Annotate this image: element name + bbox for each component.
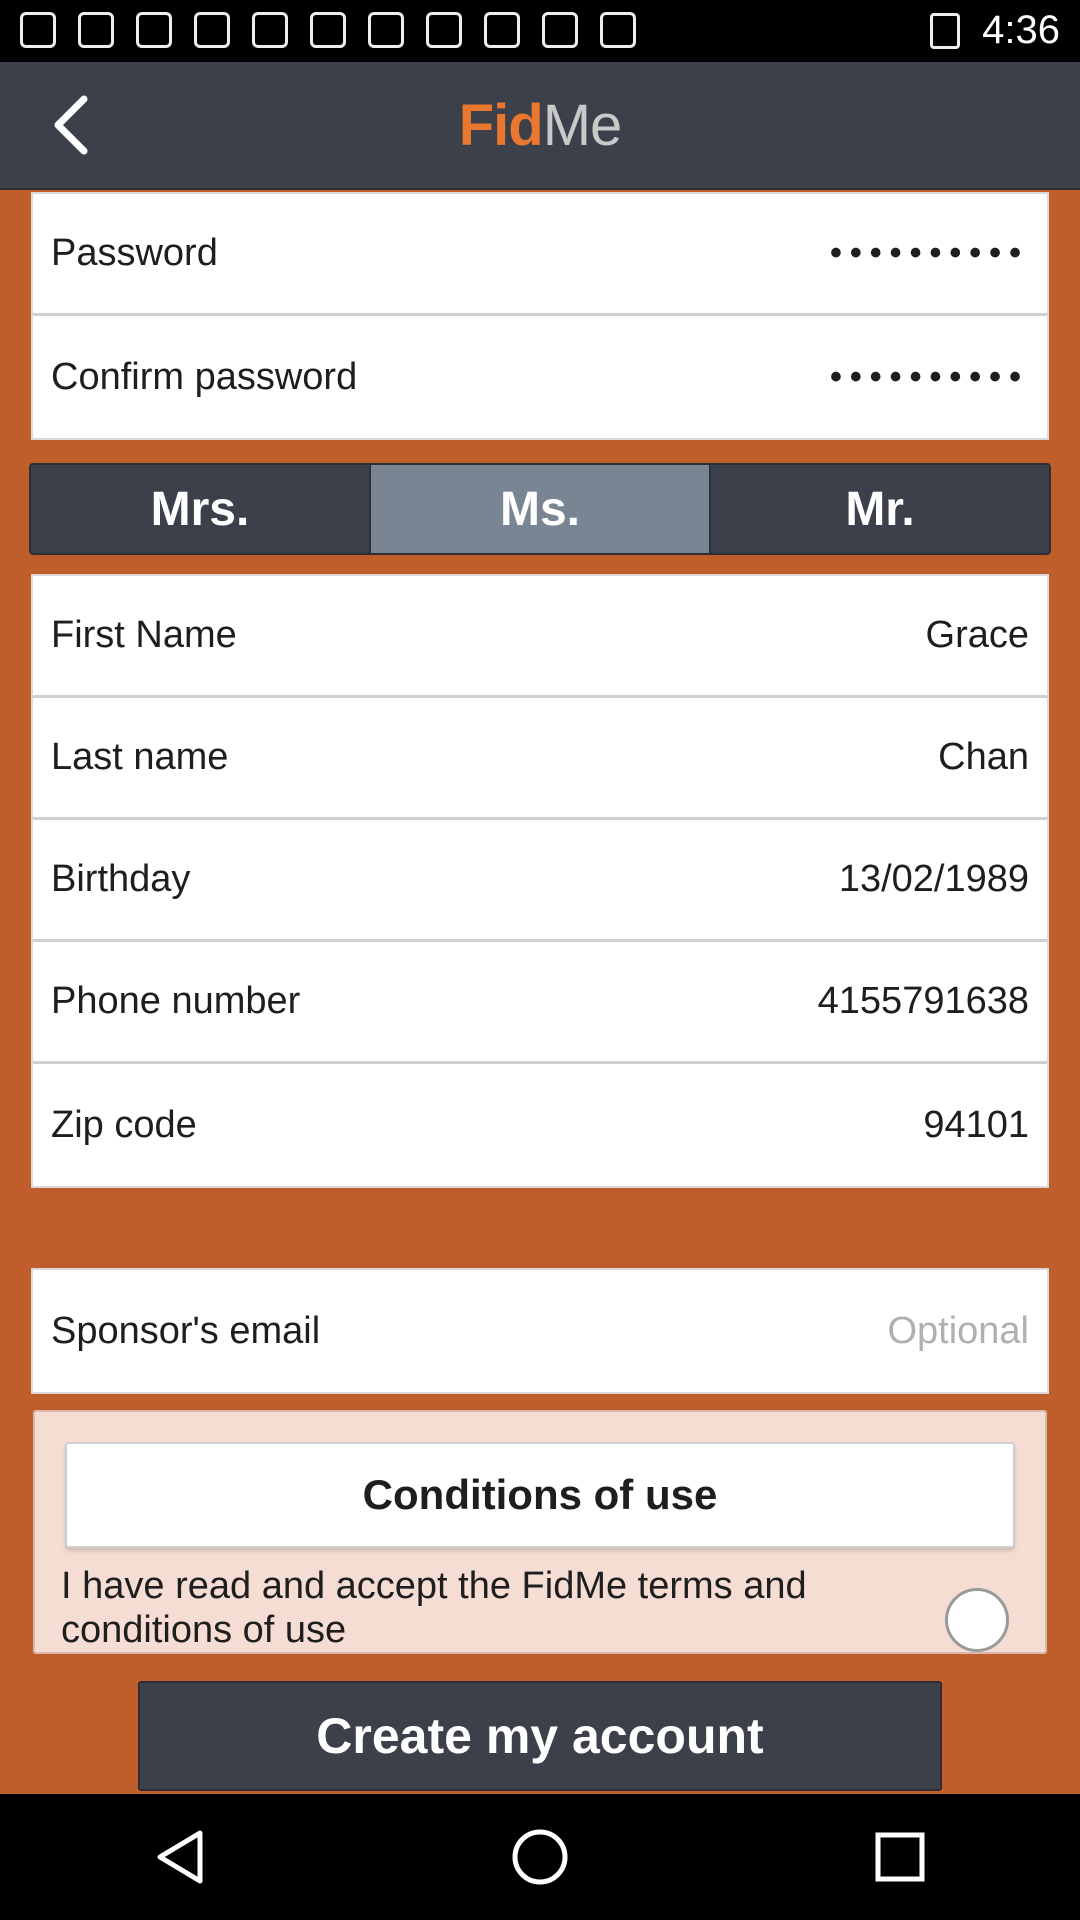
password-label: Password <box>51 232 218 274</box>
profile-card: First Name Grace Last name Chan Birthday… <box>31 574 1049 1188</box>
title-option-mrs[interactable]: Mrs. <box>31 465 371 553</box>
notification-icons <box>20 12 636 48</box>
sponsor-email-row[interactable]: Sponsor's email Optional <box>33 1270 1047 1392</box>
logo-fid: Fid <box>458 93 544 158</box>
logo-me: Me <box>542 93 623 158</box>
title-option-mr[interactable]: Mr. <box>711 465 1049 553</box>
app-icon <box>600 12 636 48</box>
nav-recents-button[interactable] <box>860 1817 940 1897</box>
title-selector: Mrs. Ms. Mr. <box>29 463 1051 555</box>
birthday-row[interactable]: Birthday 13/02/1989 <box>33 820 1047 942</box>
battery-icon <box>930 12 961 49</box>
zip-code-input[interactable]: 94101 <box>923 1104 1029 1147</box>
app-header: FidMe <box>0 62 1080 190</box>
conditions-box: Conditions of use I have read and accept… <box>33 1410 1047 1654</box>
title-option-ms[interactable]: Ms. <box>371 465 711 553</box>
app-icon <box>310 12 346 48</box>
flag-icon <box>78 12 114 48</box>
password-card: Password •••••••••• Confirm password •••… <box>31 192 1049 440</box>
password-row[interactable]: Password •••••••••• <box>33 194 1047 316</box>
status-bar: 4:36 <box>0 0 1080 62</box>
lock-icon <box>542 12 578 48</box>
warning-icon <box>252 12 288 48</box>
sponsor-card: Sponsor's email Optional <box>31 1268 1049 1394</box>
square-recents-icon <box>875 1832 925 1882</box>
sponsor-email-input[interactable]: Optional <box>887 1310 1029 1353</box>
last-name-input[interactable]: Chan <box>938 736 1029 779</box>
phone-number-label: Phone number <box>51 980 301 1022</box>
zip-code-row[interactable]: Zip code 94101 <box>33 1064 1047 1186</box>
system-nav-bar <box>0 1794 1080 1920</box>
first-name-row[interactable]: First Name Grace <box>33 576 1047 698</box>
app-icon <box>136 12 172 48</box>
accept-terms-radio[interactable] <box>945 1588 1009 1652</box>
conditions-of-use-button[interactable]: Conditions of use <box>65 1442 1015 1548</box>
status-time: 4:36 <box>982 8 1060 52</box>
message-icon <box>20 12 56 48</box>
last-name-label: Last name <box>51 736 229 778</box>
birthday-input[interactable]: 13/02/1989 <box>839 858 1029 901</box>
accept-terms-text: I have read and accept the FidMe terms a… <box>61 1565 807 1651</box>
zip-code-label: Zip code <box>51 1103 197 1146</box>
password-input[interactable]: •••••••••• <box>830 234 1029 273</box>
info-icon <box>426 12 462 48</box>
first-name-label: First Name <box>51 614 237 656</box>
confirm-password-row[interactable]: Confirm password •••••••••• <box>33 316 1047 438</box>
nav-back-button[interactable] <box>140 1817 220 1897</box>
phone-number-row[interactable]: Phone number 4155791638 <box>33 942 1047 1064</box>
confirm-password-input[interactable]: •••••••••• <box>830 358 1029 397</box>
flag-icon <box>368 12 404 48</box>
triangle-back-icon <box>157 1830 203 1884</box>
app-logo: FidMe <box>0 92 1080 159</box>
circle-home-icon <box>512 1829 568 1885</box>
create-account-button[interactable]: Create my account <box>138 1681 942 1791</box>
nav-home-button[interactable] <box>500 1817 580 1897</box>
first-name-input[interactable]: Grace <box>926 614 1029 657</box>
confirm-password-label: Confirm password <box>51 355 358 398</box>
app-icon <box>194 12 230 48</box>
birthday-label: Birthday <box>51 858 191 900</box>
phone-number-input[interactable]: 4155791638 <box>818 980 1029 1023</box>
sponsor-email-label: Sponsor's email <box>51 1309 321 1352</box>
signup-form: Password •••••••••• Confirm password •••… <box>0 188 1080 1794</box>
last-name-row[interactable]: Last name Chan <box>33 698 1047 820</box>
satellite-icon <box>484 12 520 48</box>
